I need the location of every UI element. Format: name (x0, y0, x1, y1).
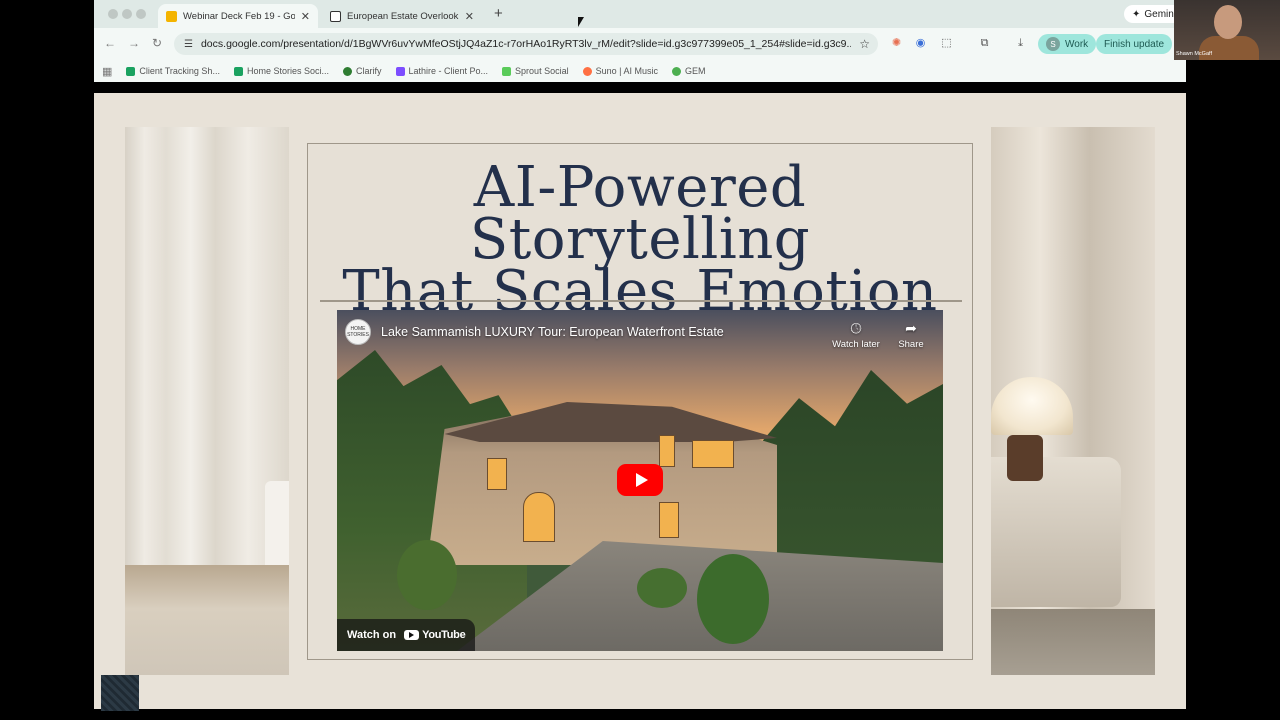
watch-later-label: Watch later (832, 339, 880, 350)
window-zoom-dot[interactable] (136, 9, 146, 19)
window-minimize-dot[interactable] (122, 9, 132, 19)
channel-logo[interactable]: HOME STORIES (345, 319, 371, 345)
bookmark-label: Suno | AI Music (595, 66, 658, 76)
profile-avatar: S (1046, 37, 1060, 51)
new-tab-icon[interactable]: + (494, 5, 503, 22)
page-favicon-icon (330, 10, 341, 22)
forward-icon[interactable]: → (128, 36, 140, 50)
watch-later-button[interactable]: 🕓︎ Watch later (831, 320, 881, 350)
shrub (697, 554, 769, 644)
tab-title: European Estate Overlooking Lake (347, 10, 459, 22)
close-tab-icon[interactable]: ✕ (465, 10, 474, 23)
shrub (637, 568, 687, 608)
clock-icon: 🕓︎ (850, 320, 862, 336)
bookmark-label: Home Stories Soci... (246, 66, 329, 76)
back-icon[interactable]: ← (104, 36, 116, 50)
slide-content-frame: AI-Powered Storytelling That Scales Emot… (307, 143, 973, 660)
bookmark-label: Lathire - Client Po... (408, 66, 489, 76)
bookmark-label: Client Tracking Sh... (139, 66, 220, 76)
extension-compass-icon[interactable]: ◉ (914, 37, 927, 50)
share-label: Share (898, 339, 924, 350)
bookmark-home-stories[interactable]: Home Stories Soci... (233, 66, 329, 76)
house-window (523, 492, 555, 542)
reload-icon[interactable]: ↻ (152, 36, 162, 50)
presentation-slide: AI-Powered Storytelling That Scales Emot… (94, 93, 1186, 711)
gem-icon (671, 66, 681, 76)
bookmark-lathire[interactable]: Lathire - Client Po... (395, 66, 489, 76)
profile-work-button[interactable]: S Work (1038, 34, 1097, 54)
bookmark-sprout-social[interactable]: Sprout Social (502, 66, 569, 76)
slide-title: AI-Powered Storytelling That Scales Emot… (308, 155, 972, 320)
lathire-icon (395, 66, 405, 76)
bookmark-star-icon[interactable]: ☆ (859, 37, 870, 51)
profile-label: Work (1065, 38, 1089, 50)
lamp-shade-shape (991, 377, 1073, 435)
house-window (659, 502, 679, 538)
gemini-sparkle-icon: ✦ (1132, 8, 1141, 20)
youtube-logo: YouTube (404, 629, 466, 641)
window-close-dot[interactable] (108, 9, 118, 19)
sheets-icon (126, 66, 136, 76)
youtube-embed[interactable]: HOME STORIES Lake Sammamish LUXURY Tour:… (337, 310, 943, 651)
sheets-icon (233, 66, 243, 76)
tab-title: Webinar Deck Feb 19 - Google Slides (183, 10, 295, 22)
bookmark-label: GEM (684, 66, 706, 76)
right-interior-photo (991, 127, 1155, 675)
finish-update-label: Finish update (1104, 38, 1165, 50)
tab-strip: Webinar Deck Feb 19 - Google Slides ✕ Eu… (94, 0, 1186, 28)
divider (320, 300, 962, 302)
bookmark-label: Clarify (355, 66, 382, 76)
tab-european-estate[interactable]: European Estate Overlooking Lake ✕ (322, 4, 482, 28)
video-title[interactable]: Lake Sammamish LUXURY Tour: European Wat… (381, 325, 724, 339)
shrub (397, 540, 457, 610)
floor-shape (125, 565, 289, 675)
clarify-icon (342, 66, 352, 76)
share-arrow-icon: ➦ (905, 320, 917, 336)
address-bar[interactable]: ☰ docs.google.com/presentation/d/1BgWVr6… (174, 33, 878, 55)
sprout-icon (502, 66, 512, 76)
bookmark-gem[interactable]: GEM (671, 66, 706, 76)
gemini-label: Gemini (1144, 8, 1177, 20)
download-icon[interactable]: ⤓ (1014, 37, 1027, 50)
tab-search-icon[interactable]: ⧉ (978, 37, 991, 50)
left-interior-photo (125, 127, 289, 675)
mouse-cursor-icon (578, 17, 584, 27)
webcam-overlay: Shawn McGaff (1174, 0, 1280, 60)
slides-favicon-icon (166, 10, 177, 22)
site-info-icon[interactable]: ☰ (184, 39, 193, 50)
lamp-base-shape (1007, 435, 1043, 481)
play-button[interactable] (617, 464, 663, 496)
floor-shape (991, 609, 1155, 675)
close-tab-icon[interactable]: ✕ (301, 10, 310, 23)
house-window (692, 440, 734, 468)
play-icon (635, 473, 648, 487)
apps-grid-icon[interactable]: ▦ (102, 65, 112, 78)
share-button[interactable]: ➦ Share (886, 320, 936, 350)
youtube-play-icon (404, 630, 420, 640)
bookmarks-bar: ▦ Client Tracking Sh... Home Stories Soc… (94, 60, 1186, 82)
house-window (487, 458, 507, 490)
extensions-puzzle-icon[interactable]: ⬚ (940, 37, 953, 50)
suno-icon (582, 66, 592, 76)
finish-update-button[interactable]: Finish update (1096, 34, 1173, 54)
extension-sun-icon[interactable]: ✺ (890, 37, 903, 50)
slide-thumbnail[interactable] (101, 675, 139, 711)
youtube-wordmark: YouTube (422, 629, 466, 641)
presenter-name: Shawn McGaff (1176, 51, 1212, 57)
toolbar: ← → ↻ ☰ docs.google.com/presentation/d/1… (94, 28, 1186, 60)
slide-title-line-1: AI-Powered Storytelling (469, 155, 811, 272)
presenter-face (1214, 5, 1242, 39)
tab-webinar-deck[interactable]: Webinar Deck Feb 19 - Google Slides ✕ (158, 4, 318, 28)
url-text[interactable]: docs.google.com/presentation/d/1BgWVr6uv… (201, 38, 851, 50)
watch-on-label: Watch on (347, 629, 397, 641)
watch-on-youtube-button[interactable]: Watch on YouTube (337, 619, 476, 651)
bookmark-label: Sprout Social (515, 66, 569, 76)
house-window (659, 435, 675, 467)
browser-window: Webinar Deck Feb 19 - Google Slides ✕ Eu… (94, 0, 1186, 720)
bookmark-client-tracking[interactable]: Client Tracking Sh... (126, 66, 220, 76)
bookmark-clarify[interactable]: Clarify (342, 66, 382, 76)
bookmark-suno[interactable]: Suno | AI Music (582, 66, 658, 76)
